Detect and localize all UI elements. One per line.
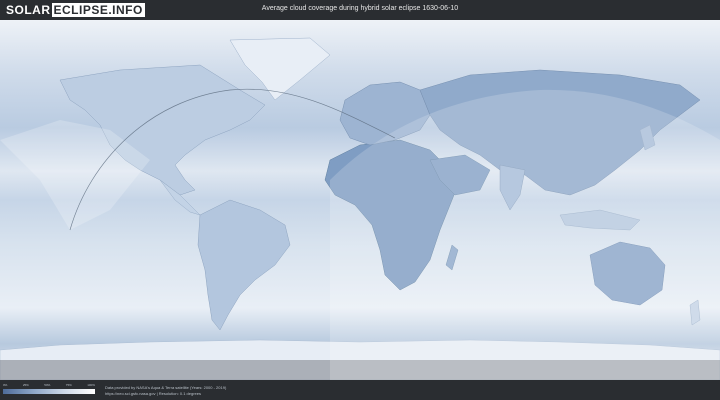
legend-tick-75: 75% [65,383,72,387]
legend-tick-100: 100% [87,383,95,387]
page-title: Average cloud coverage during hybrid sol… [261,5,459,12]
data-credit: Data provided by NASA's Aqua & Terra sat… [105,385,226,397]
legend-tick-25: 25% [22,383,29,387]
cloud-coverage-legend-bar [3,389,95,394]
cloud-coverage-map [0,20,720,380]
legend-tick-50: 50% [44,383,51,387]
credit-line-url[interactable]: https://neo.sci.gsfc.nasa.gov | Resoluti… [105,391,226,397]
legend-tick-0: 0% [3,383,8,387]
legend-ticks: 0% 25% 50% 75% 100% [3,383,95,388]
